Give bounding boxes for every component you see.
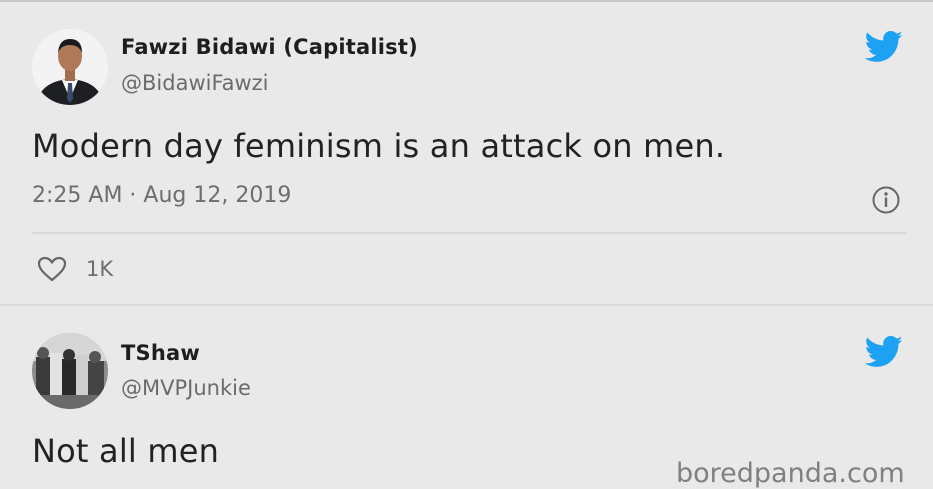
author-name[interactable]: TShaw (121, 341, 200, 365)
avatar[interactable] (32, 333, 108, 409)
tweet-card[interactable]: TShaw @MVPJunkie Not all men boredpanda.… (0, 306, 933, 489)
tweet-text: Not all men (32, 432, 220, 470)
divider (32, 232, 907, 234)
tweet-text: Modern day feminism is an attack on men. (32, 127, 726, 165)
like-count[interactable]: 1K (86, 257, 113, 281)
tweet-timestamp[interactable]: 2:25 AM · Aug 12, 2019 (32, 183, 291, 208)
author-name[interactable]: Fawzi Bidawi (Capitalist) (121, 35, 418, 59)
watermark: boredpanda.com (676, 458, 905, 489)
twitter-bird-icon[interactable] (864, 31, 904, 63)
avatar[interactable] (32, 29, 108, 105)
info-icon[interactable] (871, 185, 901, 215)
heart-icon[interactable] (36, 255, 68, 283)
author-handle[interactable]: @BidawiFawzi (121, 71, 269, 95)
tweet-card[interactable]: Fawzi Bidawi (Capitalist) @BidawiFawzi M… (0, 0, 933, 304)
twitter-bird-icon[interactable] (864, 336, 904, 368)
author-handle[interactable]: @MVPJunkie (121, 376, 251, 400)
